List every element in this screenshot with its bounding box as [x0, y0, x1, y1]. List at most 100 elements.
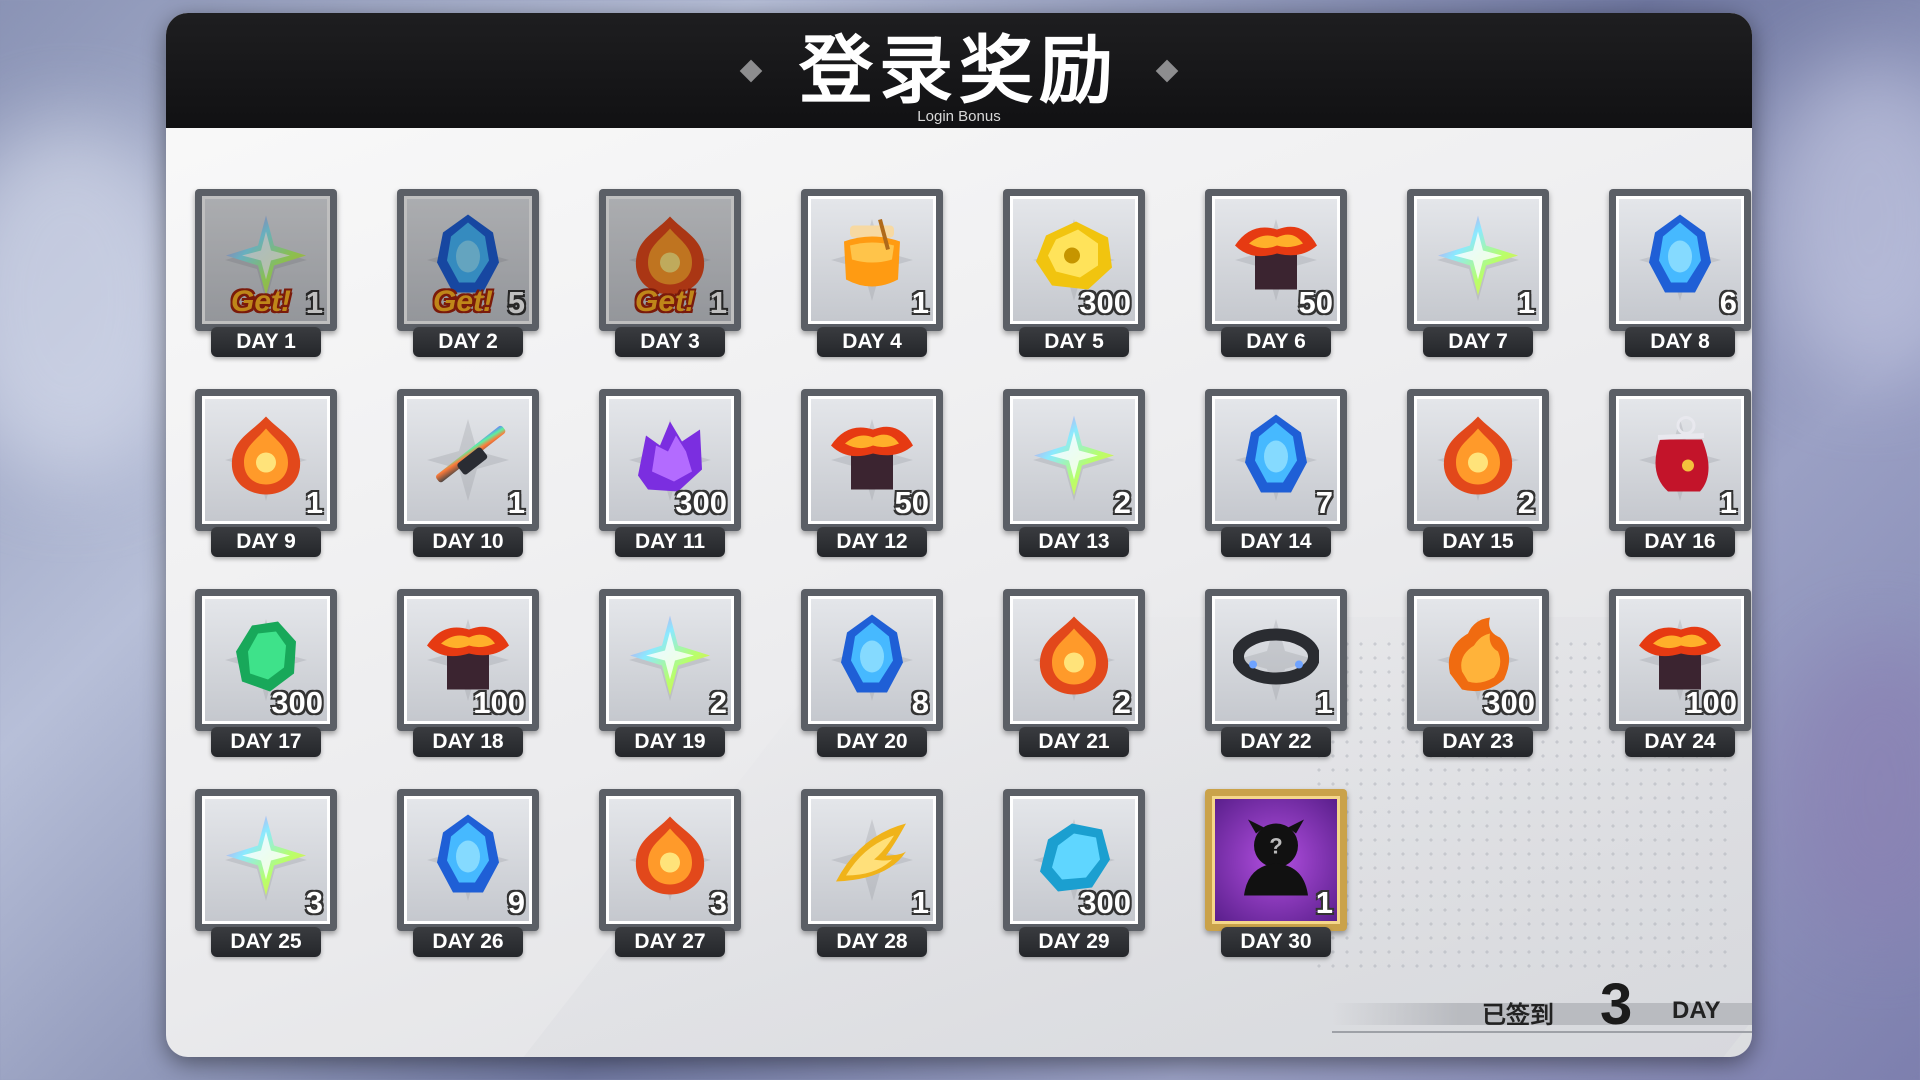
- reward-quantity: 3: [709, 885, 727, 920]
- blue-crystal-icon: [1241, 412, 1311, 503]
- reward-day-cell[interactable]: 300 DAY 17: [180, 589, 382, 789]
- reward-tile[interactable]: 7: [1205, 389, 1347, 531]
- reward-tile-frame: 8: [808, 596, 936, 724]
- reward-tile[interactable]: 1: [195, 389, 337, 531]
- reward-quantity: 1: [305, 485, 323, 520]
- reward-tile[interactable]: 1: [801, 789, 943, 931]
- blue-crystal-icon: [433, 812, 503, 903]
- reward-tile[interactable]: 300: [1407, 589, 1549, 731]
- reward-day-cell[interactable]: 1 DAY 28: [786, 789, 988, 989]
- reward-quantity: 1: [1517, 285, 1535, 320]
- reward-tile[interactable]: 1: [801, 189, 943, 331]
- reward-day-cell[interactable]: 300 DAY 29: [988, 789, 1190, 989]
- reward-tile[interactable]: 1: [1407, 189, 1549, 331]
- reward-tile[interactable]: 3: [599, 789, 741, 931]
- reward-quantity: 300: [675, 485, 727, 520]
- svg-text:?: ?: [1269, 833, 1282, 858]
- reward-tile-frame: 100: [1616, 596, 1744, 724]
- reward-day-cell[interactable]: 2 DAY 15: [1392, 389, 1594, 589]
- reward-tile-frame: 2: [1010, 396, 1138, 524]
- reward-tile-frame: 1: [404, 396, 532, 524]
- signin-unit: DAY: [1672, 997, 1721, 1024]
- reward-quantity: 3: [305, 885, 323, 920]
- reward-tile[interactable]: 50: [801, 389, 943, 531]
- reward-tile[interactable]: 1: [397, 389, 539, 531]
- reward-tile[interactable]: 1: [1205, 589, 1347, 731]
- day-label: DAY 1: [211, 327, 321, 357]
- reward-tile[interactable]: ? 1: [1205, 789, 1347, 931]
- reward-day-cell[interactable]: Get! 1 DAY 1: [180, 189, 382, 389]
- reward-day-cell[interactable]: 2 DAY 21: [988, 589, 1190, 789]
- reward-day-cell[interactable]: 1 DAY 10: [382, 389, 584, 589]
- reward-tile-frame: 1: [808, 196, 936, 324]
- reward-day-cell[interactable]: 300 DAY 11: [584, 389, 786, 589]
- reward-tile[interactable]: 8: [801, 589, 943, 731]
- reward-tile[interactable]: 100: [397, 589, 539, 731]
- page-subtitle: Login Bonus: [917, 107, 1001, 125]
- reward-tile[interactable]: 9: [397, 789, 539, 931]
- reward-day-cell[interactable]: 1 DAY 4: [786, 189, 988, 389]
- reward-tile-frame: Get! 1: [202, 196, 330, 324]
- reward-day-cell[interactable]: 50 DAY 6: [1190, 189, 1392, 389]
- day-label: DAY 13: [1019, 527, 1129, 557]
- reward-tile-frame: 300: [202, 596, 330, 724]
- reward-day-cell[interactable]: 300 DAY 5: [988, 189, 1190, 389]
- reward-tile[interactable]: Get! 5: [397, 189, 539, 331]
- day-label: DAY 14: [1221, 527, 1331, 557]
- reward-day-cell[interactable]: 50 DAY 12: [786, 389, 988, 589]
- reward-day-cell[interactable]: 100 DAY 18: [382, 589, 584, 789]
- reward-tile[interactable]: 100: [1609, 589, 1751, 731]
- reward-day-cell[interactable]: 3 DAY 25: [180, 789, 382, 989]
- reward-tile[interactable]: 300: [599, 389, 741, 531]
- reward-quantity: 1: [305, 285, 323, 320]
- reward-quantity: 6: [1719, 285, 1737, 320]
- reward-tile[interactable]: 1: [1609, 389, 1751, 531]
- reward-tile[interactable]: 300: [1003, 789, 1145, 931]
- reward-tile[interactable]: 300: [1003, 189, 1145, 331]
- reward-day-cell[interactable]: Get! 1 DAY 3: [584, 189, 786, 389]
- day-label: DAY 21: [1019, 727, 1129, 757]
- reward-tile[interactable]: 2: [599, 589, 741, 731]
- reward-day-cell[interactable]: 2 DAY 19: [584, 589, 786, 789]
- reward-tile[interactable]: 300: [195, 589, 337, 731]
- reward-day-cell[interactable]: 1 DAY 9: [180, 389, 382, 589]
- reward-quantity: 2: [709, 685, 727, 720]
- reward-day-cell[interactable]: 2 DAY 13: [988, 389, 1190, 589]
- reward-tile[interactable]: Get! 1: [599, 189, 741, 331]
- day-label: DAY 23: [1423, 727, 1533, 757]
- reward-tile[interactable]: Get! 1: [195, 189, 337, 331]
- reward-tile[interactable]: 2: [1407, 389, 1549, 531]
- reward-day-cell[interactable]: Get! 5 DAY 2: [382, 189, 584, 389]
- reward-tile[interactable]: 2: [1003, 389, 1145, 531]
- golden-wing-icon: [830, 815, 914, 900]
- day-label: DAY 10: [413, 527, 523, 557]
- reward-day-cell[interactable]: 1 DAY 16: [1594, 389, 1752, 589]
- reward-day-cell[interactable]: ? 1 DAY 30: [1190, 789, 1392, 989]
- reward-day-cell[interactable]: 8 DAY 20: [786, 589, 988, 789]
- day-label: DAY 2: [413, 327, 523, 357]
- reward-day-cell[interactable]: 3 DAY 27: [584, 789, 786, 989]
- reward-day-cell[interactable]: 1 DAY 7: [1392, 189, 1594, 389]
- blue-crystal-icon: [837, 612, 907, 703]
- reward-tile-frame: 300: [1414, 596, 1542, 724]
- reward-day-cell[interactable]: 6 DAY 8: [1594, 189, 1752, 389]
- reward-tile-frame: 1: [1616, 396, 1744, 524]
- reward-tile[interactable]: 2: [1003, 589, 1145, 731]
- reward-quantity: 100: [1685, 685, 1737, 720]
- reward-tile-frame: 7: [1212, 396, 1340, 524]
- reward-quantity: 8: [911, 685, 929, 720]
- reward-quantity: 1: [911, 885, 929, 920]
- reward-tile[interactable]: 6: [1609, 189, 1751, 331]
- reward-day-cell[interactable]: 300 DAY 23: [1392, 589, 1594, 789]
- fire-emblem-icon: [630, 812, 710, 903]
- day-label: DAY 26: [413, 927, 523, 957]
- reward-day-cell[interactable]: 1 DAY 22: [1190, 589, 1392, 789]
- reward-day-cell[interactable]: 100 DAY 24: [1594, 589, 1752, 789]
- day-label: DAY 4: [817, 327, 927, 357]
- claimed-get-label: Get!: [635, 285, 695, 318]
- reward-tile[interactable]: 50: [1205, 189, 1347, 331]
- reward-day-cell[interactable]: 7 DAY 14: [1190, 389, 1392, 589]
- reward-tile[interactable]: 3: [195, 789, 337, 931]
- reward-day-cell[interactable]: 9 DAY 26: [382, 789, 584, 989]
- mystery-character-icon: ?: [1234, 813, 1318, 902]
